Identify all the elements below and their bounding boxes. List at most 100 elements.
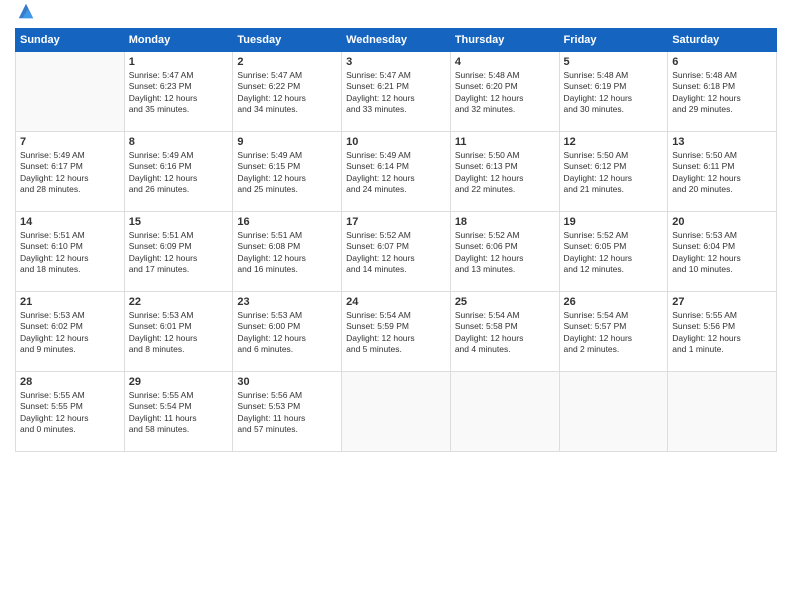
cell-content-line: Sunset: 6:12 PM <box>564 161 664 172</box>
day-number: 24 <box>346 296 446 308</box>
calendar-cell: 24Sunrise: 5:54 AMSunset: 5:59 PMDayligh… <box>342 292 451 372</box>
day-number: 7 <box>20 136 120 148</box>
cell-content-line: Daylight: 12 hours <box>129 93 229 104</box>
calendar-cell: 6Sunrise: 5:48 AMSunset: 6:18 PMDaylight… <box>668 52 777 132</box>
day-number: 1 <box>129 56 229 68</box>
cell-content-line: Sunset: 6:04 PM <box>672 241 772 252</box>
cell-content-line: Daylight: 12 hours <box>672 93 772 104</box>
cell-content-line: and 10 minutes. <box>672 264 772 275</box>
cell-content-line: Sunset: 5:56 PM <box>672 321 772 332</box>
cell-content-line: and 1 minute. <box>672 344 772 355</box>
cell-content-line: Daylight: 11 hours <box>129 413 229 424</box>
cell-content-line: Daylight: 12 hours <box>237 173 337 184</box>
calendar-week-3: 21Sunrise: 5:53 AMSunset: 6:02 PMDayligh… <box>16 292 777 372</box>
calendar-table: SundayMondayTuesdayWednesdayThursdayFrid… <box>15 28 777 452</box>
calendar-cell: 16Sunrise: 5:51 AMSunset: 6:08 PMDayligh… <box>233 212 342 292</box>
cell-content-line: Sunset: 6:06 PM <box>455 241 555 252</box>
calendar-cell <box>342 372 451 452</box>
cell-content-line: Daylight: 12 hours <box>129 253 229 264</box>
calendar-cell: 19Sunrise: 5:52 AMSunset: 6:05 PMDayligh… <box>559 212 668 292</box>
day-number: 3 <box>346 56 446 68</box>
cell-content-line: and 21 minutes. <box>564 184 664 195</box>
cell-content-line: Sunrise: 5:49 AM <box>129 150 229 161</box>
cell-content-line: Daylight: 12 hours <box>20 253 120 264</box>
cell-content-line: and 29 minutes. <box>672 104 772 115</box>
cell-content-line: Sunset: 6:19 PM <box>564 81 664 92</box>
cell-content-line: Sunset: 6:11 PM <box>672 161 772 172</box>
cell-content-line: and 2 minutes. <box>564 344 664 355</box>
calendar-week-0: 1Sunrise: 5:47 AMSunset: 6:23 PMDaylight… <box>16 52 777 132</box>
cell-content-line: Sunrise: 5:50 AM <box>455 150 555 161</box>
day-header-thursday: Thursday <box>450 29 559 52</box>
calendar-cell <box>450 372 559 452</box>
cell-content-line: Daylight: 12 hours <box>20 173 120 184</box>
cell-content-line: Sunrise: 5:52 AM <box>564 230 664 241</box>
calendar-header-row: SundayMondayTuesdayWednesdayThursdayFrid… <box>16 29 777 52</box>
cell-content-line: and 18 minutes. <box>20 264 120 275</box>
cell-content-line: Sunset: 6:22 PM <box>237 81 337 92</box>
day-number: 22 <box>129 296 229 308</box>
day-number: 16 <box>237 216 337 228</box>
cell-content-line: and 4 minutes. <box>455 344 555 355</box>
cell-content-line: and 30 minutes. <box>564 104 664 115</box>
calendar-cell <box>16 52 125 132</box>
calendar-cell: 26Sunrise: 5:54 AMSunset: 5:57 PMDayligh… <box>559 292 668 372</box>
day-number: 29 <box>129 376 229 388</box>
day-number: 11 <box>455 136 555 148</box>
cell-content-line: and 5 minutes. <box>346 344 446 355</box>
cell-content-line: Daylight: 12 hours <box>455 333 555 344</box>
cell-content-line: and 28 minutes. <box>20 184 120 195</box>
calendar-cell: 22Sunrise: 5:53 AMSunset: 6:01 PMDayligh… <box>124 292 233 372</box>
day-number: 8 <box>129 136 229 148</box>
calendar-cell: 5Sunrise: 5:48 AMSunset: 6:19 PMDaylight… <box>559 52 668 132</box>
cell-content-line: Sunrise: 5:53 AM <box>129 310 229 321</box>
cell-content-line: and 26 minutes. <box>129 184 229 195</box>
calendar-cell: 12Sunrise: 5:50 AMSunset: 6:12 PMDayligh… <box>559 132 668 212</box>
cell-content-line: Sunset: 6:16 PM <box>129 161 229 172</box>
cell-content-line: Sunset: 6:08 PM <box>237 241 337 252</box>
cell-content-line: and 6 minutes. <box>237 344 337 355</box>
cell-content-line: Daylight: 12 hours <box>346 93 446 104</box>
calendar-week-2: 14Sunrise: 5:51 AMSunset: 6:10 PMDayligh… <box>16 212 777 292</box>
cell-content-line: Sunset: 5:55 PM <box>20 401 120 412</box>
day-header-friday: Friday <box>559 29 668 52</box>
cell-content-line: and 20 minutes. <box>672 184 772 195</box>
cell-content-line: and 33 minutes. <box>346 104 446 115</box>
day-number: 30 <box>237 376 337 388</box>
cell-content-line: Sunset: 5:54 PM <box>129 401 229 412</box>
cell-content-line: Daylight: 12 hours <box>455 173 555 184</box>
cell-content-line: and 34 minutes. <box>237 104 337 115</box>
cell-content-line: and 32 minutes. <box>455 104 555 115</box>
cell-content-line: Sunrise: 5:51 AM <box>237 230 337 241</box>
cell-content-line: Daylight: 12 hours <box>672 253 772 264</box>
cell-content-line: Daylight: 12 hours <box>237 333 337 344</box>
cell-content-line: Daylight: 12 hours <box>672 333 772 344</box>
cell-content-line: Sunrise: 5:48 AM <box>564 70 664 81</box>
cell-content-line: Sunset: 6:15 PM <box>237 161 337 172</box>
cell-content-line: Sunset: 6:17 PM <box>20 161 120 172</box>
day-number: 20 <box>672 216 772 228</box>
cell-content-line: Sunset: 6:02 PM <box>20 321 120 332</box>
cell-content-line: Sunset: 6:05 PM <box>564 241 664 252</box>
calendar-cell <box>559 372 668 452</box>
calendar-cell: 17Sunrise: 5:52 AMSunset: 6:07 PMDayligh… <box>342 212 451 292</box>
calendar-cell: 14Sunrise: 5:51 AMSunset: 6:10 PMDayligh… <box>16 212 125 292</box>
cell-content-line: and 14 minutes. <box>346 264 446 275</box>
cell-content-line: and 9 minutes. <box>20 344 120 355</box>
calendar-cell: 28Sunrise: 5:55 AMSunset: 5:55 PMDayligh… <box>16 372 125 452</box>
cell-content-line: Sunrise: 5:55 AM <box>20 390 120 401</box>
cell-content-line: and 17 minutes. <box>129 264 229 275</box>
calendar-cell: 11Sunrise: 5:50 AMSunset: 6:13 PMDayligh… <box>450 132 559 212</box>
cell-content-line: Sunrise: 5:55 AM <box>672 310 772 321</box>
cell-content-line: Daylight: 12 hours <box>346 173 446 184</box>
cell-content-line: Sunrise: 5:52 AM <box>455 230 555 241</box>
calendar-cell: 7Sunrise: 5:49 AMSunset: 6:17 PMDaylight… <box>16 132 125 212</box>
cell-content-line: Sunset: 6:18 PM <box>672 81 772 92</box>
cell-content-line: Daylight: 11 hours <box>237 413 337 424</box>
cell-content-line: Sunrise: 5:51 AM <box>129 230 229 241</box>
calendar-cell: 30Sunrise: 5:56 AMSunset: 5:53 PMDayligh… <box>233 372 342 452</box>
cell-content-line: Sunset: 6:01 PM <box>129 321 229 332</box>
cell-content-line: Sunrise: 5:48 AM <box>455 70 555 81</box>
cell-content-line: Sunrise: 5:54 AM <box>564 310 664 321</box>
cell-content-line: Daylight: 12 hours <box>129 173 229 184</box>
